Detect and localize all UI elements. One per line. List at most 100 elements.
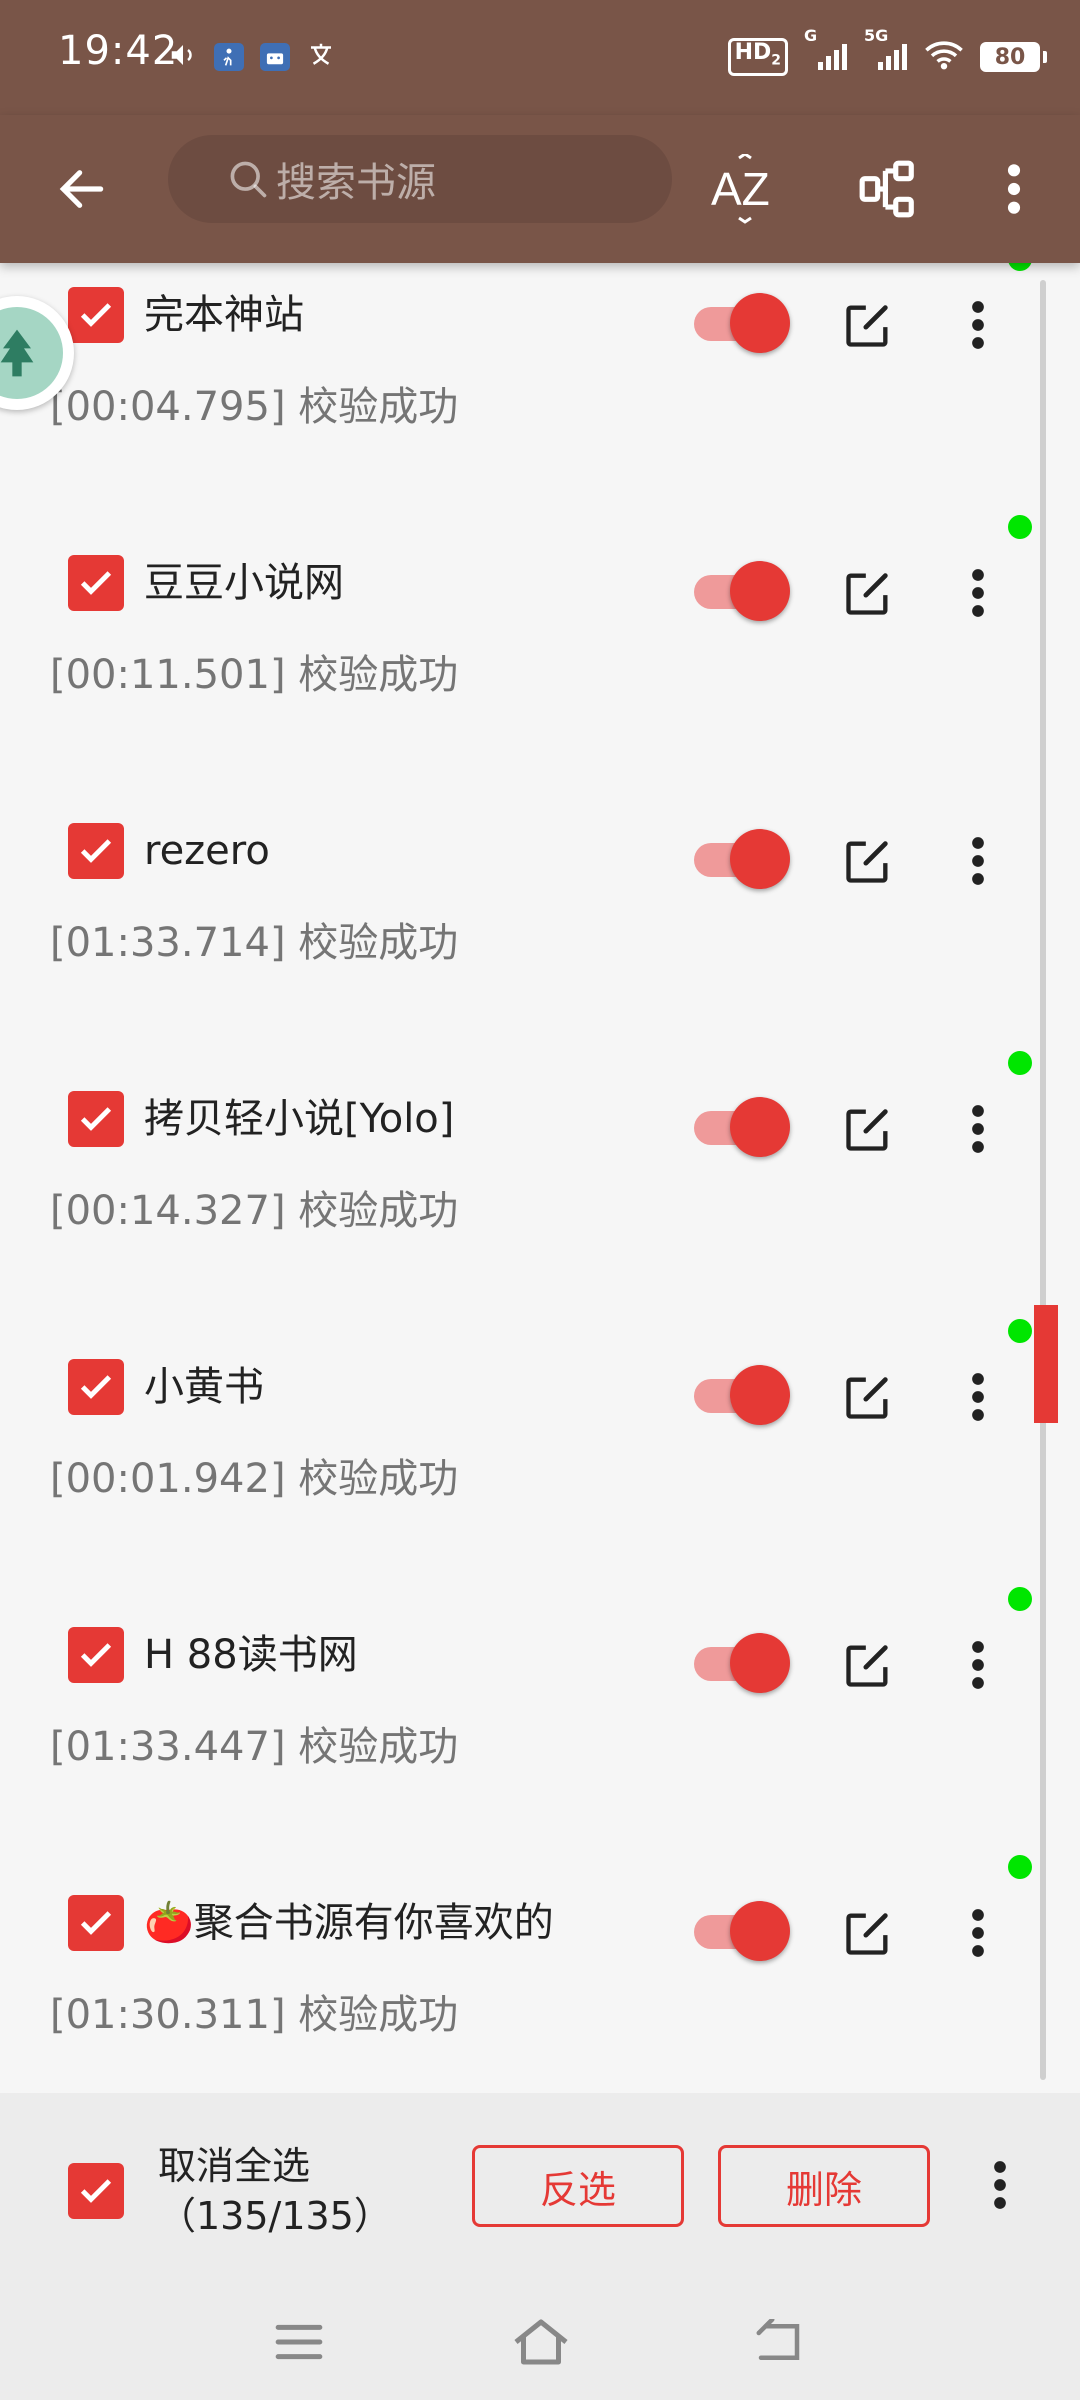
select-all-label[interactable]: 取消全选 (158, 2141, 310, 2191)
source-name: 拷贝轻小说[Yolo] (144, 1096, 455, 1142)
select-all-checkbox[interactable] (68, 2163, 124, 2219)
source-status-dot (1008, 1587, 1032, 1611)
edit-source-button[interactable] (840, 1369, 896, 1425)
check-icon (80, 303, 112, 327)
tree-icon (0, 329, 34, 377)
more-vert-icon (972, 1641, 984, 1689)
source-checkbox[interactable] (68, 1091, 124, 1147)
sort-az-icon: AZ (709, 154, 779, 224)
back-button[interactable] (40, 147, 124, 231)
source-more-button[interactable] (954, 1631, 1002, 1699)
nav-home-button[interactable] (506, 2307, 576, 2377)
source-row[interactable]: 完本神站 [00:04.795] 校验成功 (0, 263, 1040, 505)
edit-icon (846, 1109, 888, 1151)
arrow-left-icon (59, 170, 104, 208)
sort-button[interactable]: AZ (702, 147, 786, 231)
more-menu-button[interactable] (972, 147, 1056, 231)
check-icon (80, 1643, 112, 1667)
source-more-button[interactable] (954, 559, 1002, 627)
source-name: 完本神站 (144, 292, 304, 338)
book-source-list[interactable]: 完本神站 [00:04.795] 校验成功 豆豆小说网 [00:11.501] 校验成… (0, 263, 1080, 2093)
source-more-button[interactable] (954, 1095, 1002, 1163)
delete-button[interactable]: 删除 (718, 2145, 930, 2227)
source-checkbox[interactable] (68, 1895, 124, 1951)
selection-more-button[interactable] (976, 2151, 1024, 2219)
edit-icon (846, 573, 888, 615)
source-row[interactable]: 🍅聚合书源有你喜欢的 [01:30.311] 校验成功 (0, 1843, 1040, 2093)
edit-source-button[interactable] (840, 833, 896, 889)
source-row[interactable]: 拷贝轻小说[Yolo] [00:14.327] 校验成功 (0, 1039, 1040, 1309)
source-status-dot (1008, 1319, 1032, 1343)
search-placeholder: 搜索书源 (276, 160, 436, 206)
source-row[interactable]: rezero [01:33.714] 校验成功 (0, 771, 1040, 1041)
source-enable-switch[interactable] (690, 829, 790, 889)
source-enable-switch[interactable] (690, 1901, 790, 1961)
edit-source-button[interactable] (840, 565, 896, 621)
edit-source-button[interactable] (840, 1101, 896, 1157)
check-icon (80, 1375, 112, 1399)
scrollbar-thumb[interactable] (1034, 1305, 1058, 1423)
check-icon (80, 571, 112, 595)
source-status: [01:30.311] 校验成功 (50, 1992, 459, 2038)
switch-thumb (730, 1365, 790, 1425)
source-enable-switch[interactable] (690, 1097, 790, 1157)
switch-thumb (730, 1633, 790, 1693)
switch-thumb (730, 561, 790, 621)
edit-source-button[interactable] (840, 1905, 896, 1961)
source-status: [00:11.501] 校验成功 (50, 652, 459, 698)
edit-source-button[interactable] (840, 1637, 896, 1693)
more-vert-icon (972, 837, 984, 885)
android-icon (260, 43, 290, 71)
back-icon (756, 2319, 800, 2360)
switch-thumb (730, 1901, 790, 1961)
source-status: [01:33.447] 校验成功 (50, 1724, 459, 1770)
source-checkbox[interactable] (68, 287, 124, 343)
source-enable-switch[interactable] (690, 1633, 790, 1693)
status-bar: 19:42 HD2 G 5G 80 (0, 0, 1080, 115)
source-more-button[interactable] (954, 291, 1002, 359)
check-icon (80, 1911, 112, 1935)
source-status: [01:33.714] 校验成功 (50, 920, 459, 966)
source-row[interactable]: 小黄书 [00:01.942] 校验成功 (0, 1307, 1040, 1577)
check-icon (80, 839, 112, 863)
app-notification-icon (214, 43, 244, 71)
translate-icon (306, 40, 336, 74)
group-button[interactable] (846, 147, 930, 231)
invert-selection-button[interactable]: 反选 (472, 2145, 684, 2227)
source-enable-switch[interactable] (690, 561, 790, 621)
system-icons: HD2 G 5G 80 (727, 26, 1047, 76)
source-checkbox[interactable] (68, 555, 124, 611)
source-more-button[interactable] (954, 827, 1002, 895)
check-icon (80, 1107, 112, 1131)
source-row[interactable]: 豆豆小说网 [00:11.501] 校验成功 (0, 503, 1040, 773)
source-more-button[interactable] (954, 1363, 1002, 1431)
notification-icons (168, 40, 336, 74)
source-status: [00:01.942] 校验成功 (50, 1456, 459, 1502)
search-input[interactable]: 搜索书源 (168, 135, 672, 223)
selection-bar: 取消全选 （135/135） 反选 删除 (0, 2093, 1080, 2283)
switch-thumb (730, 293, 790, 353)
toolbar: 搜索书源 AZ (0, 115, 1080, 263)
signal-icon: G (804, 26, 848, 76)
source-enable-switch[interactable] (690, 293, 790, 353)
source-enable-switch[interactable] (690, 1365, 790, 1425)
source-checkbox[interactable] (68, 823, 124, 879)
edit-source-button[interactable] (840, 297, 896, 353)
clock: 19:42 (58, 28, 179, 74)
nav-back-button[interactable] (744, 2307, 814, 2377)
edit-icon (846, 305, 888, 347)
source-checkbox[interactable] (68, 1627, 124, 1683)
edit-icon (846, 1377, 888, 1419)
more-vert-icon (994, 2161, 1006, 2209)
nav-menu-button[interactable] (264, 2307, 334, 2377)
source-row[interactable]: H 88读书网 [01:33.447] 校验成功 (0, 1575, 1040, 1845)
source-more-button[interactable] (954, 1899, 1002, 1967)
hd-icon: HD2 (727, 38, 788, 76)
source-checkbox[interactable] (68, 1359, 124, 1415)
wifi-icon (924, 39, 964, 75)
switch-thumb (730, 829, 790, 889)
source-status-dot (1008, 515, 1032, 539)
home-icon (514, 2319, 568, 2365)
source-name: H 88读书网 (144, 1632, 358, 1678)
more-vert-icon (972, 1105, 984, 1153)
